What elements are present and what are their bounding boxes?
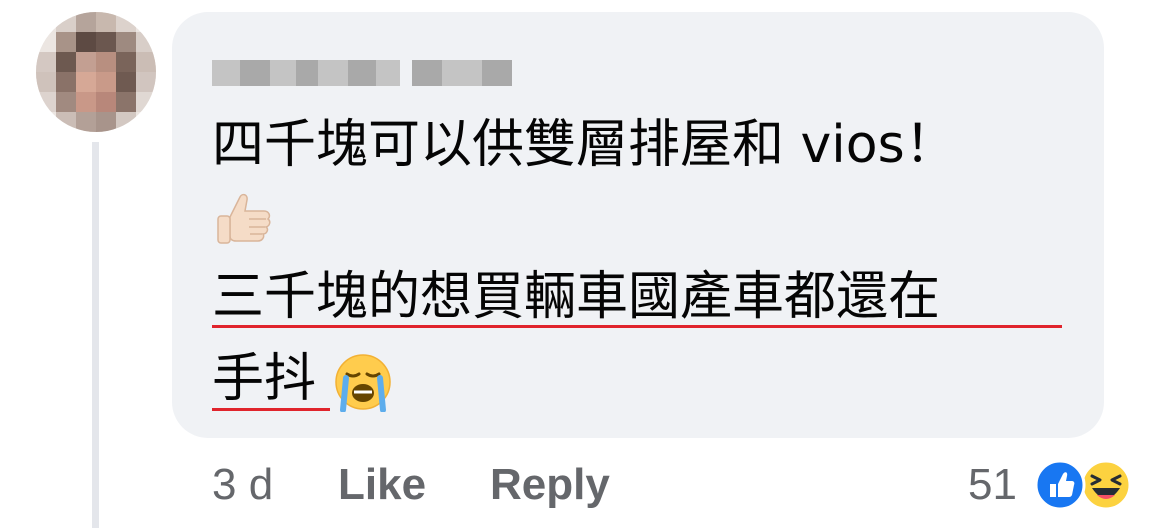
comment-timestamp[interactable]: 3 d [212, 460, 273, 510]
comment-text-line-1: 四千塊可以供雙層排屋和 vios！ [212, 115, 957, 175]
reply-button[interactable]: Reply [490, 460, 610, 510]
like-button[interactable]: Like [338, 460, 426, 510]
thumbs-up-icon [217, 193, 271, 244]
comment-text-line-3: 手抖 [212, 349, 317, 409]
avatar-pixelated-image [36, 12, 156, 132]
like-icon[interactable] [1034, 459, 1086, 511]
thread-line [92, 142, 99, 528]
reaction-count[interactable]: 51 [968, 460, 1017, 510]
author-name-redacted[interactable] [212, 52, 512, 98]
thumbs-up-emoji-line [212, 187, 274, 251]
haha-icon[interactable] [1080, 459, 1132, 511]
comment-text-line-2: 三千塊的想買輛車國產車都還在 [212, 267, 941, 327]
comment-text-line-3-wrapper: 手抖 [212, 349, 393, 412]
red-underline-1 [212, 325, 1062, 328]
comment-thread: 四千塊可以供雙層排屋和 vios！ 三千塊的想買輛車國產車都還在 手抖 3 d … [0, 0, 1170, 528]
red-underline-2 [212, 408, 330, 411]
crying-face-icon [334, 354, 391, 412]
comment-bubble: 四千塊可以供雙層排屋和 vios！ 三千塊的想買輛車國產車都還在 手抖 [172, 12, 1104, 438]
avatar[interactable] [36, 12, 156, 132]
